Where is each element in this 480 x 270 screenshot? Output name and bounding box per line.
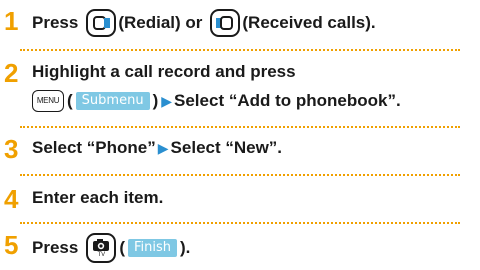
select-add-to-phonebook: Select “Add to phonebook”. xyxy=(174,91,401,110)
menu-key-icon: MENU xyxy=(32,90,64,112)
separator xyxy=(20,174,460,176)
step-2-line-2: MENU ( Submenu ) ▶ Select “Add to phoneb… xyxy=(32,89,401,113)
step-number: 4 xyxy=(4,184,19,214)
step-number: 1 xyxy=(4,6,19,36)
received-label: (Received calls). xyxy=(242,13,376,32)
separator xyxy=(20,222,460,224)
finish-softkey: Finish xyxy=(128,239,178,257)
step-2-line-1: Highlight a call record and press xyxy=(32,62,296,81)
submenu-softkey: Submenu xyxy=(75,92,150,110)
tv-label: TV xyxy=(97,252,106,258)
step-4-text: Enter each item. xyxy=(32,188,164,207)
step-3-text: Select “Phone” ▶ Select “New”. xyxy=(32,136,282,160)
press-label: Press xyxy=(32,13,79,32)
step-1-text: Press (Redial) or (Received calls). xyxy=(32,9,376,37)
arrow-right-icon: ▶ xyxy=(161,93,173,109)
step-number: 5 xyxy=(4,230,19,260)
step-number: 2 xyxy=(4,58,19,88)
redial-key-icon xyxy=(86,9,117,37)
camera-key-icon: TV xyxy=(86,233,117,263)
press-label: Press xyxy=(32,238,79,257)
redial-label: (Redial) or xyxy=(118,13,203,32)
step-number: 3 xyxy=(4,134,19,164)
separator xyxy=(20,126,460,128)
separator xyxy=(20,49,460,51)
arrow-right-icon: ▶ xyxy=(157,140,169,156)
select-new: Select “New”. xyxy=(170,138,283,157)
select-phone: Select “Phone” xyxy=(32,138,156,157)
step-5-text: Press TV ( Finish ). xyxy=(32,233,191,263)
received-calls-key-icon xyxy=(210,9,241,37)
